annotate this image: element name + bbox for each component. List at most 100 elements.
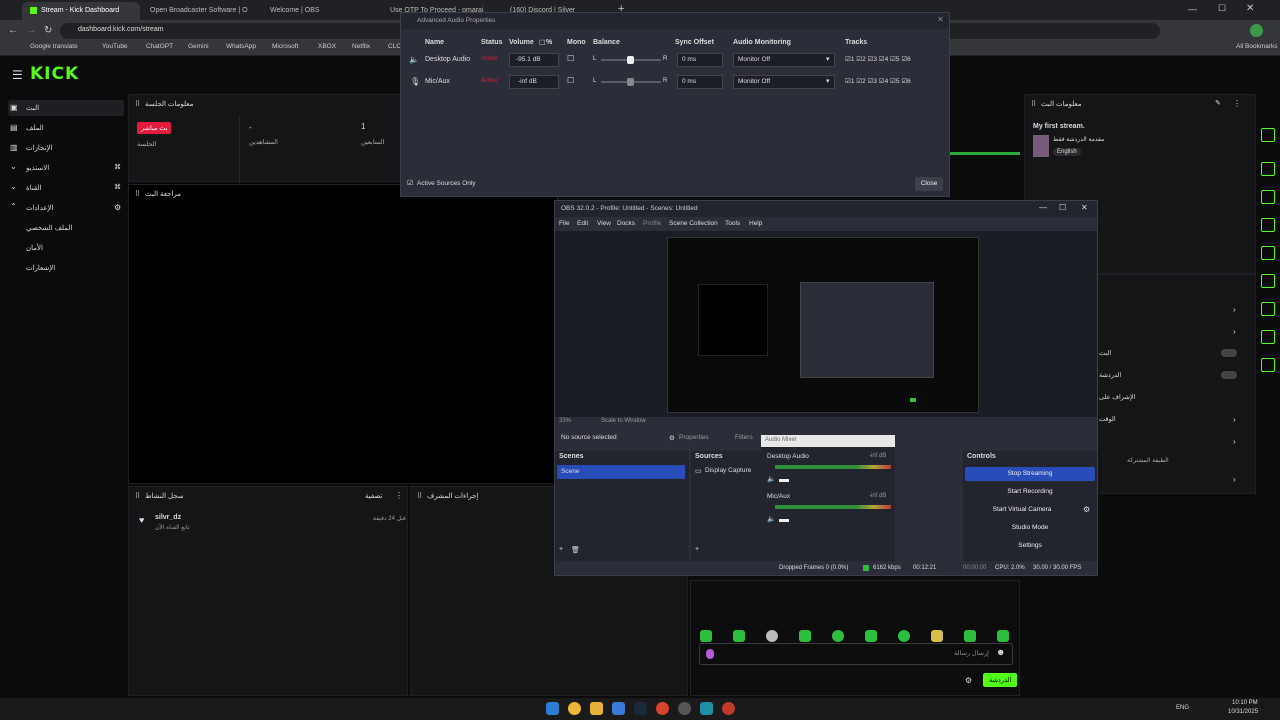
sidebar-item-settings[interactable]: ⌃ الإعدادات ⚙: [8, 200, 124, 216]
close-icon[interactable]: ✕: [1081, 203, 1088, 212]
store-icon[interactable]: [612, 702, 625, 715]
kick-logo[interactable]: KICK: [30, 64, 79, 84]
input-language[interactable]: ENG: [1176, 705, 1189, 711]
tool-icon[interactable]: [1261, 274, 1275, 288]
emote-icon[interactable]: [799, 630, 811, 642]
speaker-icon[interactable]: 🔈: [767, 515, 776, 523]
menu-item[interactable]: View: [597, 220, 611, 227]
chat-input[interactable]: إرسال رسالة ☻: [699, 643, 1013, 665]
sync-offset-spinbox[interactable]: 0 ms: [677, 75, 723, 89]
bookmark-item[interactable]: Gemini: [188, 43, 209, 50]
app-icon[interactable]: [722, 702, 735, 715]
close-icon[interactable]: ✕: [937, 15, 944, 24]
add-icon[interactable]: +: [559, 546, 563, 553]
chevron-right-icon[interactable]: ›: [1233, 475, 1236, 484]
tab-kick-dashboard[interactable]: Stream - Kick Dashboard: [22, 2, 140, 20]
sidebar-item-channel[interactable]: ⌄ القناة ⌘: [8, 180, 124, 196]
active-sources-checkbox[interactable]: ☑: [407, 179, 413, 187]
minimize-icon[interactable]: —: [1188, 4, 1197, 14]
obs-preview[interactable]: [555, 231, 1097, 417]
chat-send-button[interactable]: الدردشة: [983, 673, 1018, 687]
mono-checkbox[interactable]: ☐: [567, 54, 574, 63]
emote-icon[interactable]: [898, 630, 910, 642]
bookmark-item[interactable]: YouTube: [102, 43, 128, 50]
emote-icon[interactable]: [832, 630, 844, 642]
tool-icon[interactable]: [1261, 128, 1275, 142]
add-icon[interactable]: +: [695, 546, 699, 553]
properties-button[interactable]: Properties: [679, 434, 709, 441]
tool-icon[interactable]: [1261, 218, 1275, 232]
tool-icon[interactable]: [1261, 162, 1275, 176]
menu-item[interactable]: Edit: [577, 220, 588, 227]
slider-handle[interactable]: [627, 78, 634, 86]
checkbox[interactable]: ☐: [539, 39, 545, 47]
volume-spinbox[interactable]: -inf dB: [509, 75, 559, 89]
activity-username[interactable]: silvr_dz: [155, 514, 181, 521]
filters-button[interactable]: Filters: [735, 434, 753, 441]
emote-icon[interactable]: [931, 630, 943, 642]
tool-icon[interactable]: [1261, 190, 1275, 204]
chevron-right-icon[interactable]: ›: [1233, 327, 1236, 336]
chevron-right-icon[interactable]: ›: [1233, 437, 1236, 446]
bookmark-item[interactable]: Google translate: [30, 43, 78, 50]
bookmark-item[interactable]: Netflix: [352, 43, 370, 50]
emote-icon[interactable]: [700, 630, 712, 642]
track-checkboxes[interactable]: ☑1 ☑2 ☑3 ☑4 ☑5 ☑6: [845, 77, 911, 85]
studio-mode-button[interactable]: Studio Mode: [965, 521, 1095, 535]
clock-time[interactable]: 10:10 PM: [1232, 700, 1258, 706]
drag-handle-icon[interactable]: ⠿: [135, 190, 140, 198]
emote-icon[interactable]: [865, 630, 877, 642]
sidebar-item-studio[interactable]: ⌄ الاستديو ⌘: [8, 160, 124, 176]
gear-icon[interactable]: ⚙: [965, 676, 972, 685]
tool-icon[interactable]: [1261, 246, 1275, 260]
emote-icon[interactable]: [964, 630, 976, 642]
chevron-right-icon[interactable]: ›: [1233, 415, 1236, 424]
track-checkboxes[interactable]: ☑1 ☑2 ☑3 ☑4 ☑5 ☑6: [845, 55, 911, 63]
settings-button[interactable]: Settings: [965, 539, 1095, 553]
app-icon[interactable]: [656, 702, 669, 715]
filter-button[interactable]: تصفية: [365, 492, 382, 500]
sync-offset-spinbox[interactable]: 0 ms: [677, 53, 723, 67]
edit-icon[interactable]: ✎: [1215, 99, 1221, 107]
volume-slider[interactable]: [779, 479, 789, 482]
smile-icon[interactable]: ☻: [996, 647, 1005, 657]
sidebar-subitem-notifications[interactable]: الإشعارات: [8, 260, 124, 276]
mono-checkbox[interactable]: ☐: [567, 76, 574, 85]
menu-item[interactable]: File: [559, 220, 569, 227]
scene-item[interactable]: Scene: [557, 465, 685, 479]
balance-slider[interactable]: [601, 56, 661, 64]
close-icon[interactable]: ✕: [1246, 3, 1254, 14]
profile-avatar[interactable]: [1250, 24, 1263, 37]
menu-icon[interactable]: ☰: [12, 68, 23, 82]
tab-obs[interactable]: Open Broadcaster Software | O: [142, 2, 260, 20]
toggle-switch[interactable]: [1221, 349, 1237, 357]
emote-icon[interactable]: [997, 630, 1009, 642]
sidebar-item-stream[interactable]: ▣ البث: [8, 100, 124, 116]
maximize-icon[interactable]: ☐: [1218, 3, 1226, 14]
menu-item[interactable]: Docks: [617, 220, 635, 227]
start-virtual-camera-button[interactable]: Start Virtual Camera: [965, 503, 1079, 517]
forward-icon[interactable]: →: [26, 25, 36, 36]
steam-icon[interactable]: [634, 702, 647, 715]
volume-slider[interactable]: [779, 519, 789, 522]
more-icon[interactable]: ⋮: [1233, 99, 1241, 108]
more-icon[interactable]: ⋮: [395, 491, 403, 500]
tool-icon[interactable]: [1261, 358, 1275, 372]
drag-handle-icon[interactable]: ⠿: [417, 492, 422, 500]
zoom-level[interactable]: 33%: [559, 418, 571, 424]
all-bookmarks[interactable]: All Bookmarks: [1236, 43, 1278, 50]
slider-handle[interactable]: [627, 56, 634, 64]
gear-icon[interactable]: ⚙: [1083, 505, 1090, 514]
monitoring-select[interactable]: Monitor Off ▾: [733, 75, 835, 89]
tab-welcome-obs[interactable]: Welcome | OBS: [262, 2, 380, 20]
close-button[interactable]: Close: [915, 177, 943, 191]
volume-spinbox[interactable]: -95.1 dB: [509, 53, 559, 67]
drag-handle-icon[interactable]: ⠿: [135, 100, 140, 108]
source-item[interactable]: Display Capture: [705, 467, 751, 474]
trash-icon[interactable]: 🗑: [571, 546, 580, 554]
bookmark-item[interactable]: XBOX: [318, 43, 336, 50]
bookmark-item[interactable]: ChatGPT: [146, 43, 173, 50]
reload-icon[interactable]: ↻: [44, 25, 52, 36]
emote-icon[interactable]: [733, 630, 745, 642]
obs-icon[interactable]: [678, 702, 691, 715]
